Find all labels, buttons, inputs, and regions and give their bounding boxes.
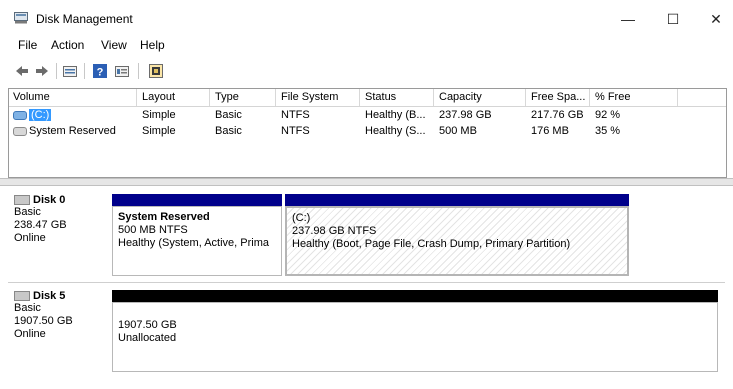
disk-state: Online bbox=[14, 328, 46, 340]
disk-label[interactable]: Disk 5 Basic 1907.50 GB Online bbox=[14, 290, 73, 341]
column-divider[interactable] bbox=[525, 89, 526, 106]
disk-state: Online bbox=[14, 232, 46, 244]
pane-splitter[interactable] bbox=[0, 178, 733, 186]
column-divider[interactable] bbox=[589, 89, 590, 106]
disk-name: Disk 5 bbox=[33, 290, 66, 302]
volume-file-system: NTFS bbox=[281, 109, 310, 121]
column-type[interactable]: Type bbox=[215, 91, 239, 103]
disk-management-window: Disk Management — ☐ ✕ File Action View H… bbox=[0, 0, 733, 389]
volume-capacity: 500 MB bbox=[439, 125, 477, 137]
partition-status: Unallocated bbox=[118, 332, 177, 344]
column-layout[interactable]: Layout bbox=[142, 91, 175, 103]
disk-label[interactable]: Disk 0 Basic 238.47 GB Online bbox=[14, 194, 67, 245]
column-percent-free[interactable]: % Free bbox=[595, 91, 630, 103]
partition-status: Healthy (System, Active, Prima bbox=[118, 237, 269, 249]
partition-unallocated[interactable]: 1907.50 GB Unallocated bbox=[112, 302, 718, 372]
close-button[interactable]: ✕ bbox=[701, 8, 731, 30]
back-icon[interactable] bbox=[14, 63, 30, 79]
maximize-button[interactable]: ☐ bbox=[658, 8, 688, 30]
partition-size: 1907.50 GB bbox=[118, 319, 177, 331]
column-divider[interactable] bbox=[136, 89, 137, 106]
toolbar-separator bbox=[84, 63, 85, 79]
column-divider[interactable] bbox=[275, 89, 276, 106]
forward-icon[interactable] bbox=[34, 63, 50, 79]
menu-action[interactable]: Action bbox=[51, 38, 84, 52]
volume-percent-free: 92 % bbox=[595, 109, 621, 121]
volume-type: Basic bbox=[215, 109, 242, 121]
disk-list-icon[interactable] bbox=[62, 63, 78, 79]
window-title: Disk Management bbox=[36, 12, 133, 26]
toolbar: ? bbox=[0, 59, 733, 85]
column-free-space[interactable]: Free Spa... bbox=[531, 91, 585, 103]
properties-icon[interactable] bbox=[114, 63, 130, 79]
disk-size: 1907.50 GB bbox=[14, 315, 73, 327]
settings-icon[interactable] bbox=[148, 63, 164, 79]
column-volume[interactable]: Volume bbox=[13, 91, 50, 103]
volume-percent-free: 35 % bbox=[595, 125, 621, 137]
volume-status: Healthy (S... bbox=[365, 125, 426, 137]
menu-view[interactable]: View bbox=[101, 38, 127, 52]
volume-type: Basic bbox=[215, 125, 242, 137]
column-capacity[interactable]: Capacity bbox=[439, 91, 482, 103]
volume-icon bbox=[13, 111, 27, 120]
disk-kind: Basic bbox=[14, 302, 41, 314]
partition-c-drive[interactable]: (C:) 237.98 GB NTFS Healthy (Boot, Page … bbox=[285, 206, 629, 276]
partition-bar bbox=[112, 290, 718, 302]
volume-layout: Simple bbox=[142, 125, 176, 137]
partition-size: 500 MB NTFS bbox=[118, 224, 188, 236]
minimize-button[interactable]: — bbox=[613, 8, 643, 30]
menu-file[interactable]: File bbox=[18, 38, 37, 52]
volume-icon bbox=[13, 127, 27, 136]
help-icon[interactable]: ? bbox=[92, 63, 108, 79]
menu-help[interactable]: Help bbox=[140, 38, 165, 52]
title-bar: Disk Management — ☐ ✕ bbox=[0, 0, 733, 34]
volume-layout: Simple bbox=[142, 109, 176, 121]
partition-size: 237.98 GB NTFS bbox=[292, 225, 377, 237]
disk-row[interactable]: Disk 5 Basic 1907.50 GB Online 1907.50 G… bbox=[8, 284, 725, 378]
partition-system-reserved[interactable]: System Reserved 500 MB NTFS Healthy (Sys… bbox=[112, 206, 282, 276]
volume-free-space: 176 MB bbox=[531, 125, 569, 137]
partition-title: System Reserved bbox=[118, 211, 210, 223]
disk-name: Disk 0 bbox=[33, 194, 66, 206]
column-file-system[interactable]: File System bbox=[281, 91, 338, 103]
volume-free-space: 217.76 GB bbox=[531, 109, 584, 121]
partition-status: Healthy (Boot, Page File, Crash Dump, Pr… bbox=[292, 238, 571, 250]
volume-status: Healthy (B... bbox=[365, 109, 426, 121]
partition-bar bbox=[285, 194, 629, 206]
disk-row[interactable]: Disk 0 Basic 238.47 GB Online System Res… bbox=[8, 186, 725, 282]
volume-list-header: Volume Layout Type File System Status Ca… bbox=[9, 89, 726, 107]
column-status[interactable]: Status bbox=[365, 91, 396, 103]
disk-map: Disk 0 Basic 238.47 GB Online System Res… bbox=[8, 186, 725, 380]
table-row[interactable]: System Reserved Simple Basic NTFS Health… bbox=[9, 124, 726, 139]
column-divider[interactable] bbox=[677, 89, 678, 106]
toolbar-separator bbox=[56, 63, 57, 79]
toolbar-separator bbox=[138, 63, 139, 79]
partition-title: (C:) bbox=[292, 212, 311, 224]
table-row[interactable]: (C:) Simple Basic NTFS Healthy (B... 237… bbox=[9, 108, 726, 123]
disk-divider bbox=[8, 282, 725, 283]
disk-kind: Basic bbox=[14, 206, 41, 218]
disk-icon bbox=[14, 195, 30, 205]
column-divider[interactable] bbox=[433, 89, 434, 106]
volume-file-system: NTFS bbox=[281, 125, 310, 137]
volume-name: (C:) bbox=[29, 109, 52, 121]
volume-name: System Reserved bbox=[29, 125, 116, 137]
column-divider[interactable] bbox=[359, 89, 360, 106]
disk-size: 238.47 GB bbox=[14, 219, 67, 231]
svg-text:?: ? bbox=[97, 67, 104, 79]
partition-bar bbox=[112, 194, 282, 206]
column-divider[interactable] bbox=[209, 89, 210, 106]
disk-management-icon bbox=[14, 12, 28, 24]
volume-capacity: 237.98 GB bbox=[439, 109, 492, 121]
volume-list[interactable]: Volume Layout Type File System Status Ca… bbox=[8, 88, 727, 178]
disk-icon bbox=[14, 291, 30, 301]
